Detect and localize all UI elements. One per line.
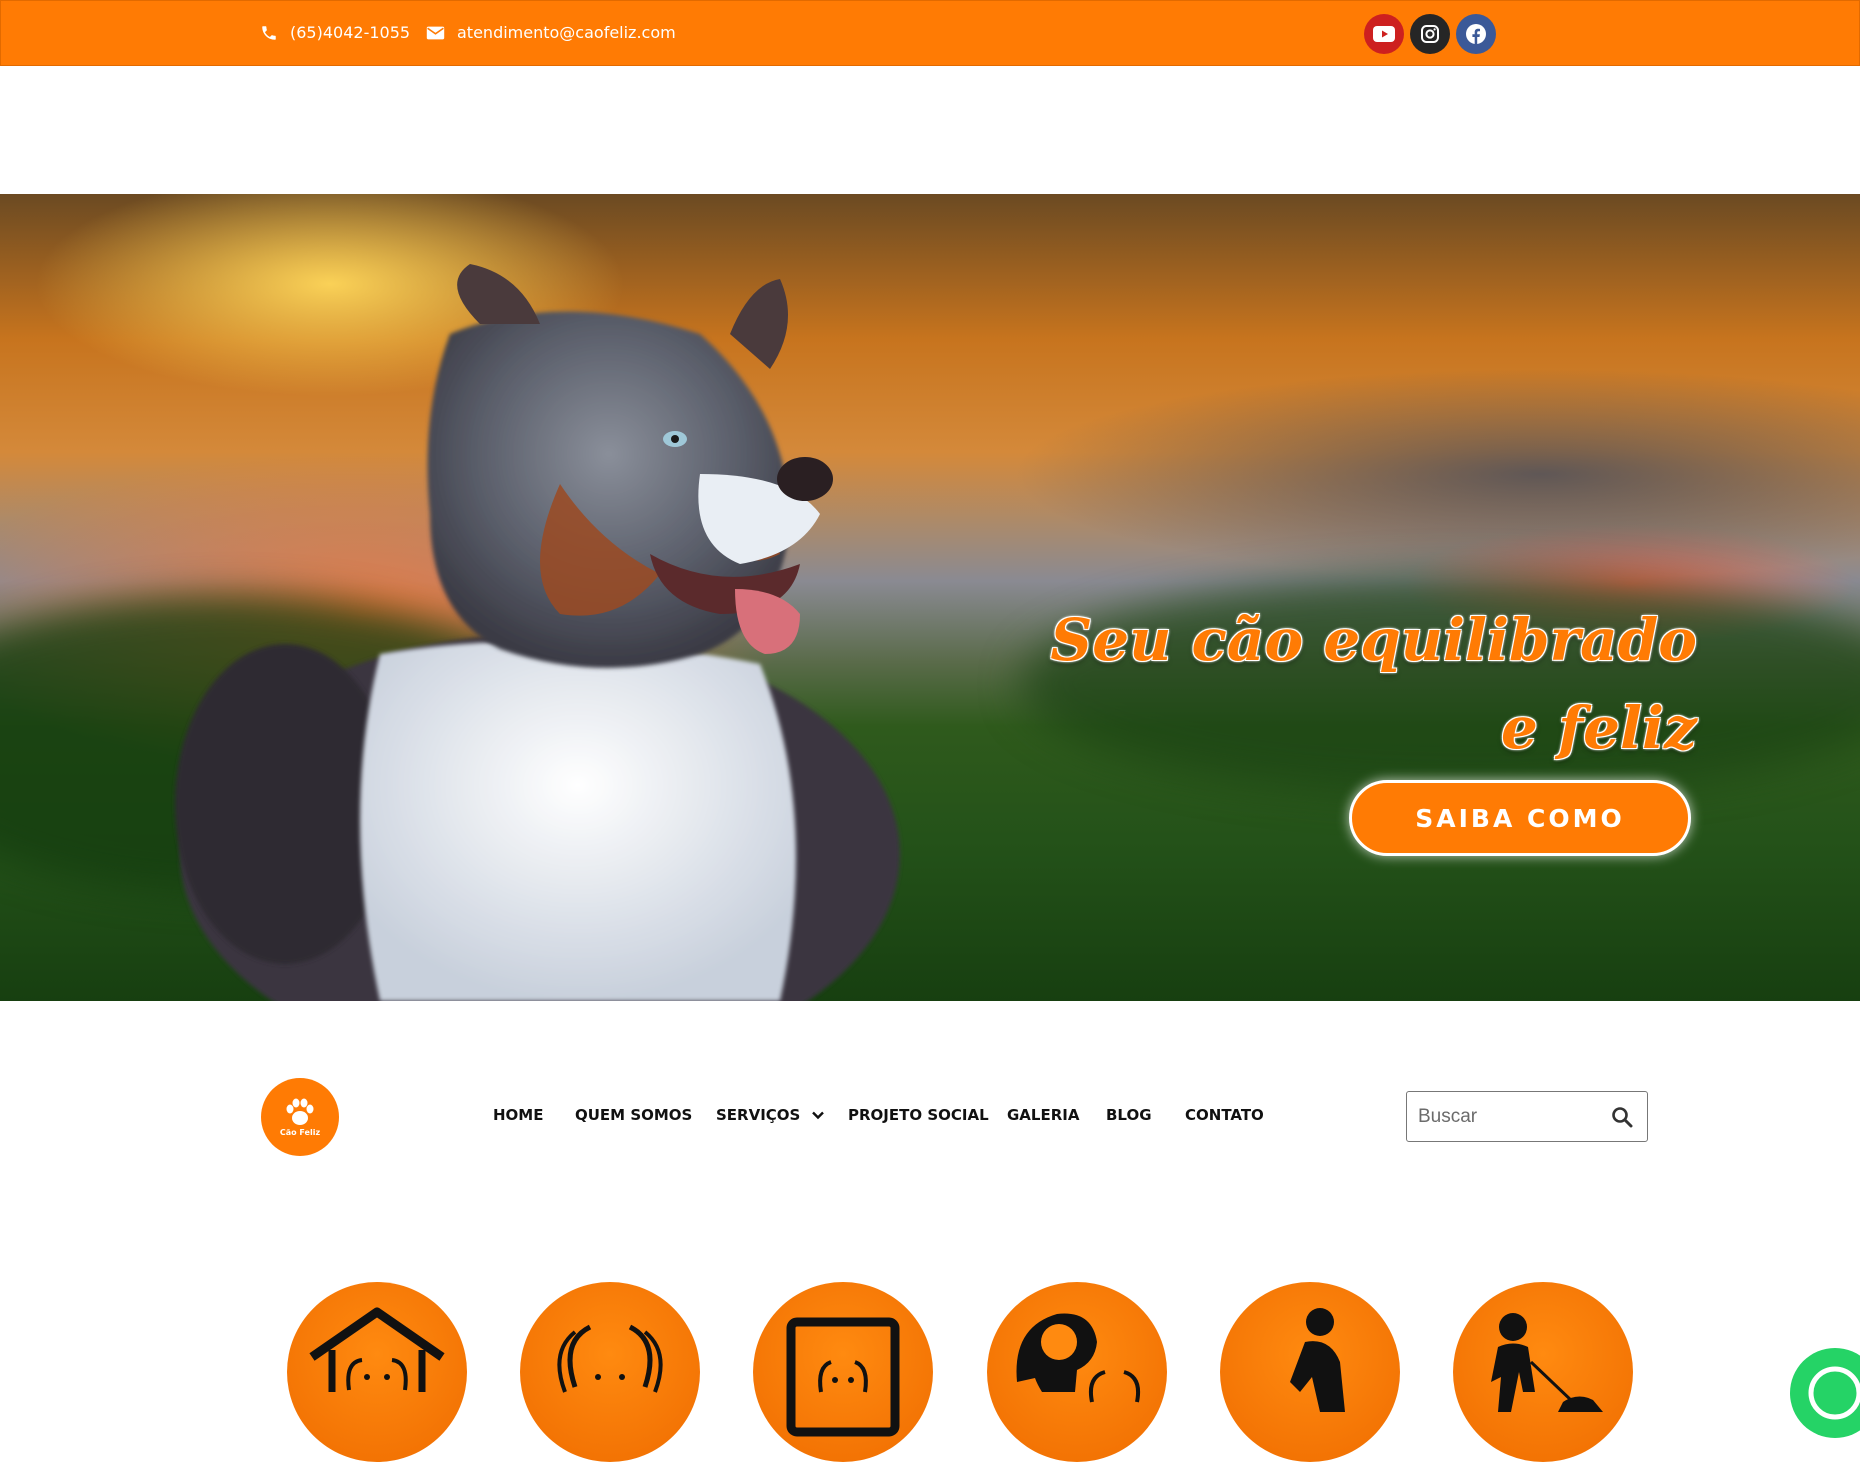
- idea-dog-icon: [1016, 1313, 1141, 1403]
- phone-text: (65)4042-1055: [290, 23, 411, 42]
- facebook-icon: [1466, 24, 1486, 44]
- whatsapp-icon: [1808, 1366, 1860, 1420]
- nav-galeria[interactable]: GALERIA: [1007, 1106, 1079, 1124]
- dog-walk-icon: [1491, 1313, 1603, 1412]
- person-icon: [1290, 1308, 1345, 1412]
- cao-feliz-logo[interactable]: Cão Feliz: [261, 1078, 339, 1156]
- feature-dog-walk[interactable]: [1453, 1282, 1633, 1462]
- search-input[interactable]: [1407, 1093, 1597, 1140]
- email-contact[interactable]: atendimento@caofeliz.com: [426, 23, 676, 42]
- instagram-button[interactable]: [1410, 14, 1450, 54]
- saiba-como-button[interactable]: SAIBA COMO: [1349, 780, 1691, 856]
- house-dog-icon: [309, 1307, 445, 1392]
- nav-projeto-social[interactable]: PROJETO SOCIAL: [848, 1106, 989, 1124]
- hero-headline: Seu cão equilibrado e feliz: [1050, 596, 1697, 772]
- hero-title-line2: e feliz: [1501, 694, 1697, 762]
- feature-dog-face[interactable]: [520, 1282, 700, 1462]
- dog-face-icon: [557, 1324, 663, 1393]
- email-text: atendimento@caofeliz.com: [457, 23, 676, 42]
- search-box: [1406, 1091, 1648, 1142]
- chevron-down-icon: [811, 1111, 824, 1120]
- feature-house-dog[interactable]: [287, 1282, 467, 1462]
- hero-title-line1: Seu cão equilibrado: [1050, 606, 1697, 674]
- nav-servicos-label: SERVIÇOS: [716, 1106, 801, 1124]
- search-icon[interactable]: [1611, 1106, 1633, 1128]
- nav-contato[interactable]: CONTATO: [1185, 1106, 1264, 1124]
- instagram-icon: [1421, 25, 1439, 43]
- dog-frame-icon: [786, 1317, 900, 1437]
- hero-banner: Seu cão equilibrado e feliz: [0, 194, 1860, 1001]
- nav-quem-somos[interactable]: QUEM SOMOS: [575, 1106, 692, 1124]
- nav-blog[interactable]: BLOG: [1106, 1106, 1152, 1124]
- youtube-icon: [1373, 26, 1395, 42]
- facebook-button[interactable]: [1456, 14, 1496, 54]
- top-bar: (65)4042-1055 atendimento@caofeliz.com: [0, 0, 1860, 66]
- whatsapp-button[interactable]: [1790, 1348, 1860, 1438]
- feature-idea-dog[interactable]: [987, 1282, 1167, 1462]
- phone-icon: [262, 25, 276, 40]
- feature-person[interactable]: [1220, 1282, 1400, 1462]
- paw-icon: [286, 1098, 314, 1125]
- logo-text: Cão Feliz: [279, 1128, 321, 1137]
- nav-home[interactable]: HOME: [493, 1106, 543, 1124]
- envelope-icon: [426, 26, 445, 39]
- nav-servicos[interactable]: SERVIÇOS: [716, 1106, 824, 1124]
- phone-contact[interactable]: (65)4042-1055: [260, 23, 410, 42]
- feature-dog-frame[interactable]: [753, 1282, 933, 1462]
- youtube-button[interactable]: [1364, 14, 1404, 54]
